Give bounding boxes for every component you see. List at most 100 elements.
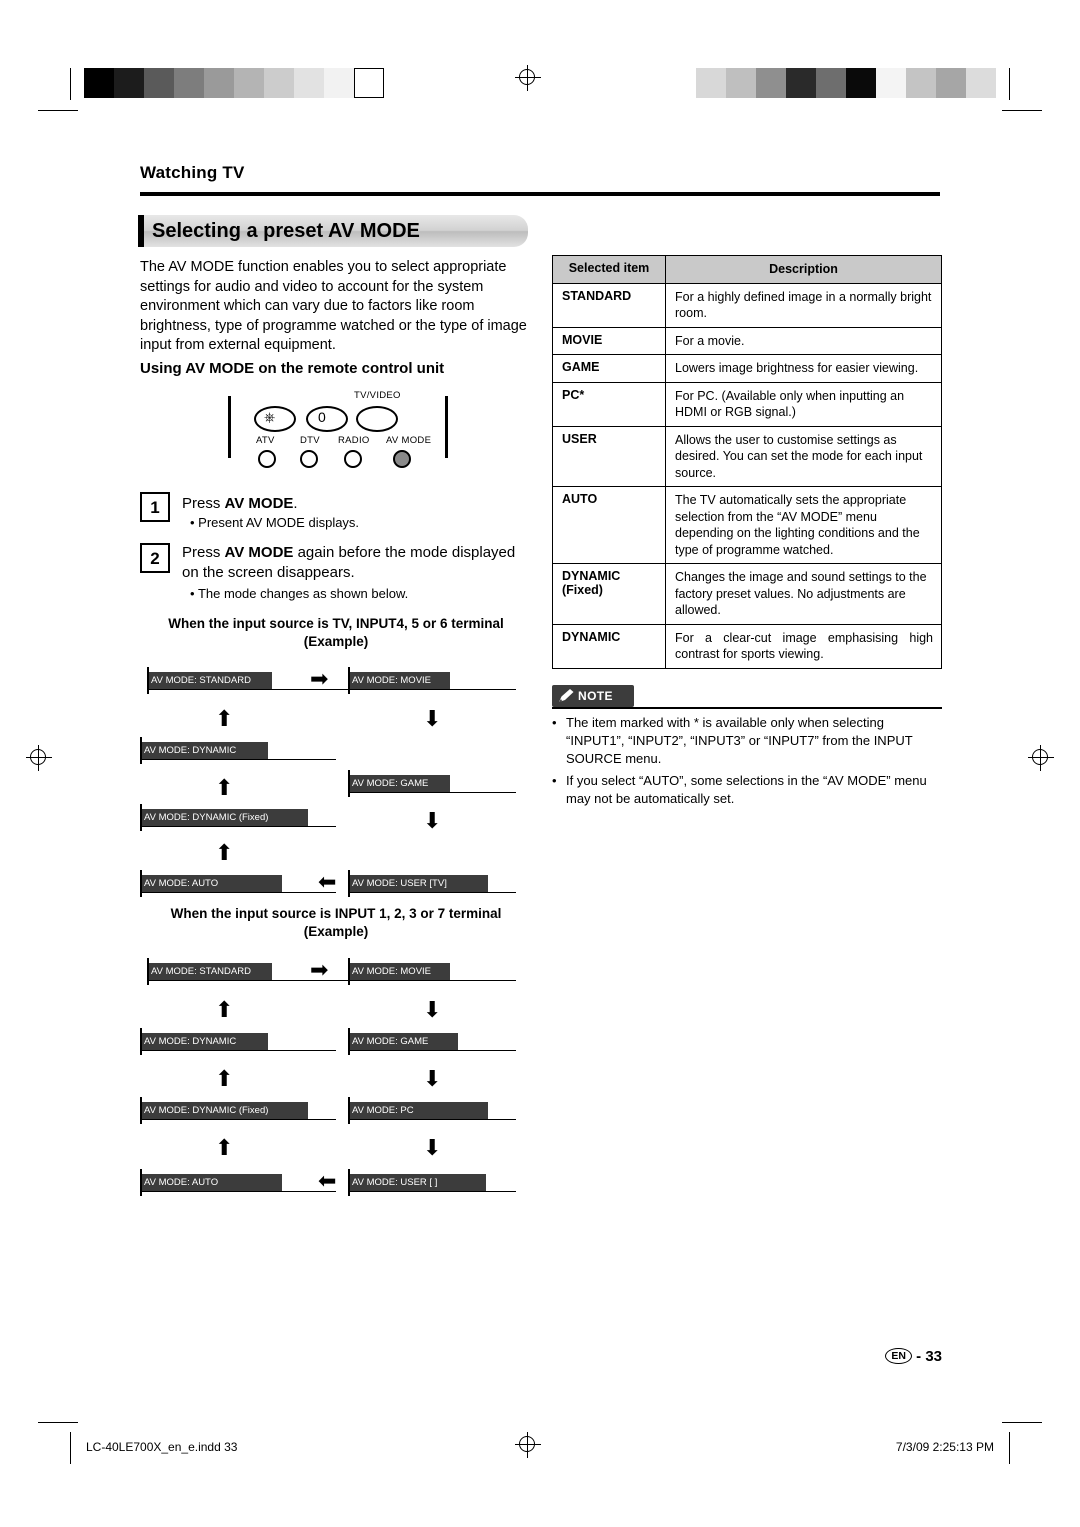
- tv-video-button-icon: [356, 406, 398, 432]
- note-item-text: If you select “AUTO”, some selections in…: [566, 773, 927, 806]
- flow-2-box-dynamic-fixed: AV MODE: DYNAMIC (Fixed): [140, 1097, 336, 1124]
- page-locale-badge: EN: [885, 1348, 912, 1364]
- flow-2-arrow-up-3: ⬆: [215, 1135, 234, 1160]
- colour-bar-left: [84, 68, 384, 98]
- table-row: DYNAMIC (Fixed) Changes the image and so…: [553, 564, 941, 625]
- flow-2-box-pc-label: AV MODE: PC: [352, 1104, 414, 1116]
- table-cell-item: DYNAMIC (Fixed): [553, 564, 666, 624]
- flow-2-arrow-down-1: ⬇: [423, 997, 442, 1022]
- step-1-bullet: • Present AV MODE displays.: [190, 515, 360, 530]
- atv-label: ATV: [256, 435, 275, 446]
- footer-filename: LC-40LE700X_en_e.indd 33: [86, 1440, 238, 1454]
- note-list: • The item marked with * is available on…: [552, 714, 944, 812]
- page-title: Selecting a preset AV MODE: [152, 220, 420, 242]
- table-cell-item: STANDARD: [553, 283, 666, 327]
- zero-button-icon: [306, 406, 348, 432]
- flow-1-arrow-up-1: ⬆: [215, 706, 234, 731]
- step-1-number: 1: [140, 492, 170, 522]
- table-cell-description: For PC. (Available only when inputting a…: [675, 388, 905, 420]
- table-cell-description: The TV automatically sets the appropriat…: [675, 493, 920, 557]
- step-2-text-lead: Press: [182, 544, 225, 561]
- table-cell-item-line1: DYNAMIC: [562, 569, 621, 583]
- page-number-sep: -: [916, 1348, 922, 1365]
- flow-1-arrow-right-1: ➡: [310, 666, 329, 691]
- table-cell-item-line2: (Fixed): [562, 583, 603, 597]
- table-row: STANDARD For a highly defined image in a…: [553, 283, 941, 328]
- remote-edge-right: [445, 396, 448, 458]
- step-1-text-lead: Press: [182, 495, 225, 512]
- colour-bar-right: [696, 68, 996, 98]
- remote-edge-left: [228, 396, 231, 458]
- flow-1-box-movie: AV MODE: MOVIE: [348, 667, 516, 694]
- power-glyph-icon: ⎈: [264, 409, 276, 425]
- intro-paragraph: The AV MODE function enables you to sele…: [140, 259, 527, 353]
- step-2-bullet-text: The mode changes as shown below.: [197, 586, 409, 601]
- crop-mark-bottom-left-h: [38, 1422, 78, 1423]
- note-item: • The item marked with * is available on…: [552, 714, 944, 768]
- flow-1-box-game: AV MODE: GAME: [348, 770, 516, 797]
- colour-bar-rule-right: [1009, 68, 1010, 98]
- table-cell-description: For a clear-cut image emphasising high c…: [675, 630, 933, 662]
- flow-1-box-dynamic-fixed-label: AV MODE: DYNAMIC (Fixed): [144, 811, 269, 823]
- subsection-title: Using AV MODE on the remote control unit: [140, 360, 445, 377]
- flow-2-box-movie-label: AV MODE: MOVIE: [352, 965, 432, 977]
- flow-2-box-auto: AV MODE: AUTO: [140, 1169, 336, 1196]
- table-row: AUTO The TV automatically sets the appro…: [553, 487, 941, 564]
- table-cell-description: Allows the user to customise settings as…: [675, 432, 923, 480]
- note-badge: NOTE: [552, 685, 634, 707]
- header-rule: [140, 192, 940, 196]
- table-row: MOVIE For a movie.: [553, 327, 941, 355]
- step-1-text-bold: AV MODE: [224, 495, 294, 512]
- flow-2-arrow-right-1: ➡: [310, 957, 329, 982]
- registration-mark-right: [1028, 745, 1054, 771]
- flow-1-arrow-down-2: ⬇: [423, 808, 442, 833]
- dtv-button-icon: [300, 450, 318, 468]
- note-bullet-icon: •: [552, 773, 557, 788]
- av-mode-table: Selected item Description STANDARD For a…: [552, 255, 942, 669]
- table-header-description: Description: [769, 262, 838, 276]
- table-cell-item: GAME: [553, 355, 666, 382]
- flow-1-heading-line1: When the input source is TV, INPUT4, 5 o…: [168, 616, 504, 631]
- crop-mark-bottom-right-h: [1002, 1422, 1042, 1423]
- flow-2-arrow-up-2: ⬆: [215, 1066, 234, 1091]
- flow-1-box-user: AV MODE: USER [TV]: [348, 870, 516, 897]
- flow-2-arrow-down-2: ⬇: [423, 1066, 442, 1091]
- flow-1-box-dynamic-label: AV MODE: DYNAMIC: [144, 744, 237, 756]
- tv-video-label: TV/VIDEO: [354, 390, 401, 401]
- page-number: 33: [925, 1348, 942, 1365]
- flow-1-arrow-up-2: ⬆: [215, 775, 234, 800]
- flow-2-box-user: AV MODE: USER [ ]: [348, 1169, 516, 1196]
- page-number-block: EN - 33: [885, 1348, 942, 1365]
- flow-2-box-dynamic-fixed-label: AV MODE: DYNAMIC (Fixed): [144, 1104, 269, 1116]
- flow-2-box-user-label: AV MODE: USER [ ]: [352, 1176, 438, 1188]
- table-cell-description: For a movie.: [675, 333, 745, 348]
- flow-1-arrow-down-1: ⬇: [423, 706, 442, 731]
- step-1-text: Press AV MODE.: [182, 494, 522, 514]
- flow-1-box-standard-label: AV MODE: STANDARD: [151, 674, 251, 686]
- flow-2-heading: When the input source is INPUT 1, 2, 3 o…: [140, 905, 532, 941]
- registration-mark-bottom: [515, 1432, 541, 1458]
- radio-button-icon: [344, 450, 362, 468]
- table-row: PC* For PC. (Available only when inputti…: [553, 382, 941, 427]
- note-rule: [552, 707, 942, 709]
- table-cell-item: AUTO: [553, 487, 666, 563]
- document-page: Watching TV Selecting a preset AV MODE T…: [0, 0, 1080, 1527]
- table-cell-item: DYNAMIC: [553, 624, 666, 668]
- note-label: NOTE: [578, 689, 613, 703]
- section-title: Watching TV: [140, 163, 245, 182]
- table-row: DYNAMIC For a clear-cut image emphasisin…: [553, 624, 941, 668]
- flow-2-arrow-left-1: ⬅: [318, 1168, 337, 1193]
- flow-1-arrow-up-3: ⬆: [215, 840, 234, 865]
- table-header-row: Selected item Description: [553, 256, 941, 284]
- crop-mark-top-left-h: [38, 110, 78, 111]
- flow-1-arrow-left-1: ⬅: [318, 869, 337, 894]
- remote-control-illustration: ⎈ 0 TV/VIDEO ATV DTV RADIO AV MODE: [228, 390, 448, 480]
- crop-mark-bottom-left-v: [70, 1432, 71, 1464]
- colour-bar-rule-left: [70, 68, 71, 98]
- step-1-text-tail: .: [293, 495, 298, 512]
- pencil-icon: [559, 689, 574, 702]
- flow-2-box-pc: AV MODE: PC: [348, 1097, 516, 1124]
- table-cell-description: Lowers image brightness for easier viewi…: [675, 361, 919, 375]
- step-2-text: Press AV MODE again before the mode disp…: [182, 543, 527, 583]
- flow-2-arrow-down-3: ⬇: [423, 1135, 442, 1160]
